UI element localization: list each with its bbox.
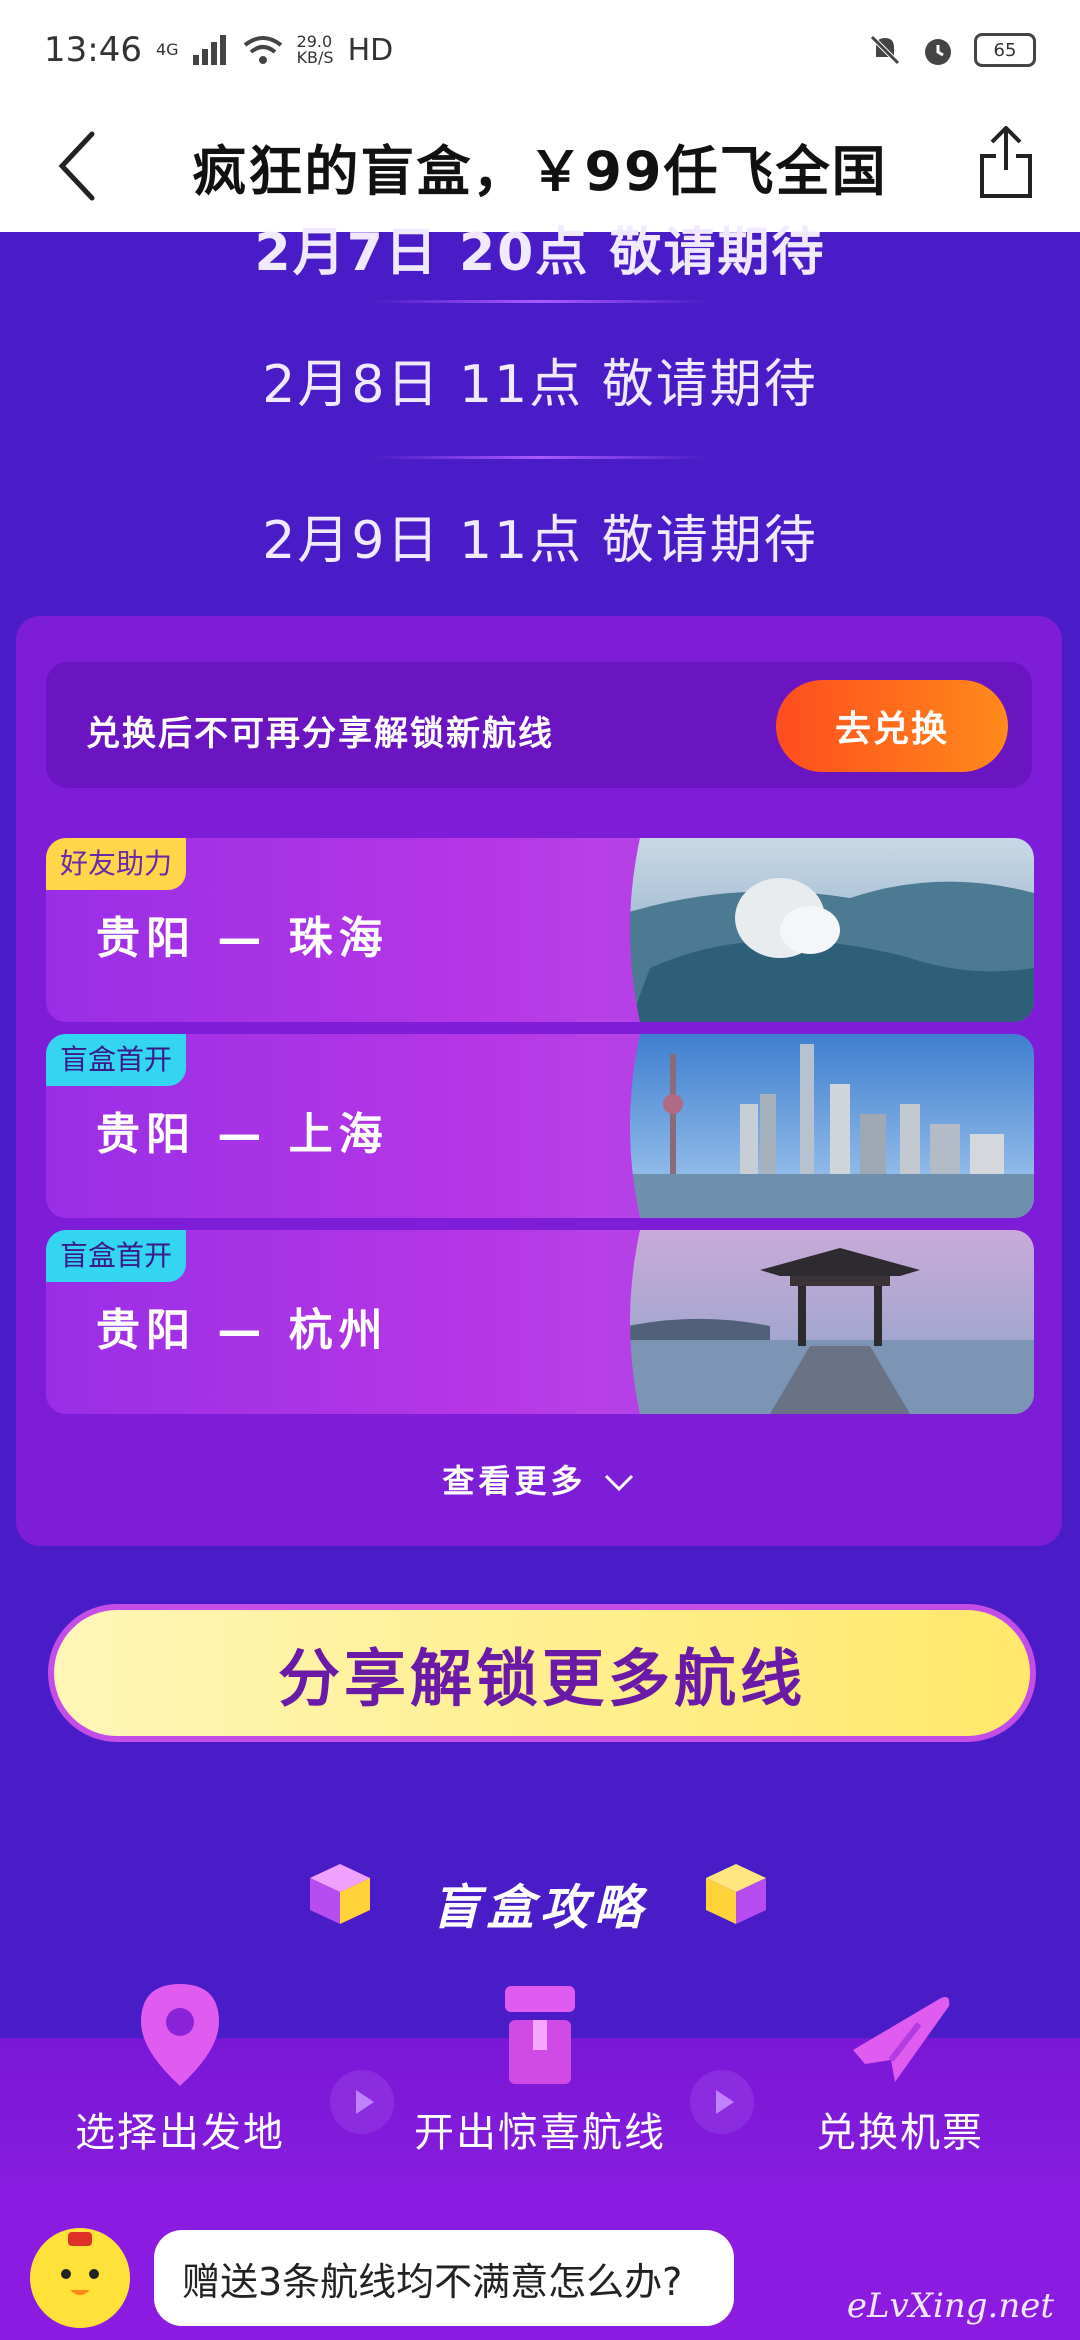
chevron-left-icon[interactable] xyxy=(50,128,110,204)
route-item[interactable]: 盲盒首开 贵阳 — 杭州 xyxy=(46,1230,1034,1414)
schedule-item: 2月7日 20点 敬请期待 xyxy=(254,223,826,283)
exchange-button[interactable]: 去兑换 xyxy=(776,680,1008,772)
exchange-notice: 兑换后不可再分享解锁新航线 去兑换 xyxy=(46,662,1032,788)
route-tag: 好友助力 xyxy=(46,838,187,890)
faq-question: 赠送3条航线均不满意怎么办? xyxy=(182,2259,683,2304)
divider xyxy=(370,456,710,459)
wifi-icon xyxy=(243,36,282,64)
signal-icon xyxy=(192,35,226,65)
avatar[interactable] xyxy=(30,2228,130,2328)
airplane-icon xyxy=(853,1997,950,2082)
alarm-icon xyxy=(925,39,951,65)
strategy-title: 盲盒攻略 xyxy=(431,1880,648,1936)
schedule-list: 2月7日 20点 敬请期待 2月8日 11点 敬请期待 2月9日 11点 敬请期… xyxy=(0,223,1080,612)
step-label: 开出惊喜航线 xyxy=(414,2110,666,2156)
view-more-button[interactable]: 查看更多 xyxy=(16,1456,1062,1502)
network-speed: 29.0 KB/S xyxy=(296,32,334,67)
route-name: 贵阳 — 上海 xyxy=(96,1109,389,1160)
route-tag: 盲盒首开 xyxy=(46,1230,187,1282)
schedule-item: 2月8日 11点 敬请期待 xyxy=(262,355,818,415)
route-name: 贵阳 — 珠海 xyxy=(96,913,389,964)
status-time: 13:46 xyxy=(44,30,142,70)
hd-indicator: HD xyxy=(347,32,394,68)
step-select-origin: 选择出发地 xyxy=(0,1980,360,2180)
route-name: 贵阳 — 杭州 xyxy=(96,1305,389,1356)
chevron-down-icon xyxy=(604,1474,633,1492)
step-exchange-ticket: 兑换机票 xyxy=(720,1980,1080,2180)
share-unlock-button[interactable]: 分享解锁更多航线 xyxy=(48,1604,1036,1742)
route-item[interactable]: 盲盒首开 贵阳 — 上海 xyxy=(46,1034,1034,1218)
divider xyxy=(370,300,710,303)
map-pin-icon xyxy=(141,1984,219,2086)
notice-text: 兑换后不可再分享解锁新航线 xyxy=(86,714,554,754)
step-label: 兑换机票 xyxy=(816,2110,984,2156)
faq-bubble[interactable]: 赠送3条航线均不满意怎么办? xyxy=(154,2230,734,2326)
route-item[interactable]: 好友助力 贵阳 — 珠海 xyxy=(46,838,1034,1022)
view-more-label: 查看更多 xyxy=(442,1462,587,1500)
step-label: 选择出发地 xyxy=(75,2110,285,2156)
hangzhou-image xyxy=(610,1230,1034,1414)
page-title: 疯狂的盲盒，￥99任飞全国 xyxy=(192,139,888,203)
route-card: 兑换后不可再分享解锁新航线 去兑换 好友助力 贵阳 — 珠海 盲盒首开 贵阳 —… xyxy=(16,616,1062,1546)
route-tag: 盲盒首开 xyxy=(46,1034,187,1086)
mute-bell-icon xyxy=(870,35,900,65)
cube-icon xyxy=(706,1864,766,1924)
faq-bar: 赠送3条航线均不满意怎么办? eLvXing.net xyxy=(0,2182,1080,2340)
share-icon[interactable] xyxy=(976,122,1036,202)
battery-indicator: 65 xyxy=(974,33,1036,67)
zhuhai-image xyxy=(610,838,1034,1022)
schedule-item: 2月9日 11点 敬请期待 xyxy=(262,511,818,571)
watermark: eLvXing.net xyxy=(846,2286,1054,2326)
gift-box-icon xyxy=(505,1986,575,2084)
network-type: 4G xyxy=(155,40,179,59)
status-bar: 13:46 4G 29.0 KB/S HD 65 xyxy=(0,0,1080,100)
step-open-route: 开出惊喜航线 xyxy=(360,1980,720,2180)
shanghai-image xyxy=(610,1034,1034,1218)
